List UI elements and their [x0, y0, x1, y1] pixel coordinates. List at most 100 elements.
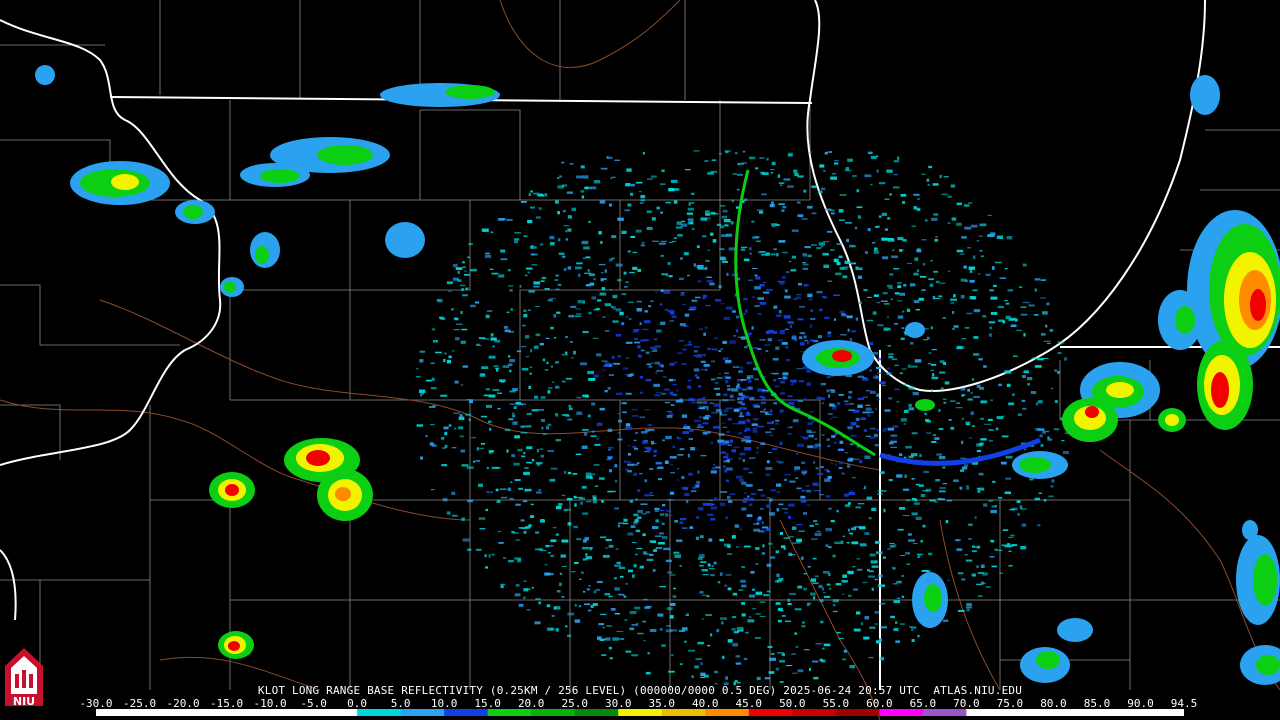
- echo-pixel: [640, 199, 645, 202]
- echo-pixel: [843, 266, 850, 268]
- echo-pixel: [1011, 393, 1015, 396]
- echo-pixel: [714, 337, 718, 340]
- echo-pixel: [461, 288, 464, 291]
- echo-pixel: [481, 366, 489, 369]
- echo-pixel: [637, 510, 643, 513]
- echo-pixel: [890, 440, 897, 443]
- echo-pixel: [453, 329, 460, 331]
- echo-pixel: [558, 252, 565, 255]
- echo-pixel: [541, 426, 544, 430]
- echo-pixel: [831, 435, 836, 438]
- echo-pixel: [509, 403, 515, 405]
- echo-pixel: [730, 221, 734, 225]
- echo-pixel: [691, 299, 698, 302]
- echo-pixel: [905, 499, 911, 502]
- echo-pixel: [798, 380, 805, 383]
- echo-pixel: [755, 563, 759, 565]
- echo-pixel: [903, 409, 909, 413]
- echo-pixel: [544, 193, 548, 197]
- echo-pixel: [622, 411, 627, 414]
- echo-pixel: [739, 400, 744, 402]
- echo-pixel: [617, 413, 620, 415]
- echo-pixel: [1057, 352, 1062, 354]
- echo-pixel: [540, 454, 544, 458]
- echo-pixel: [666, 499, 674, 501]
- echo-pixel: [842, 574, 847, 578]
- echo-pixel: [945, 520, 949, 524]
- echo-pixel: [646, 210, 652, 213]
- echo-pixel: [775, 253, 779, 257]
- echo-pixel: [899, 372, 903, 374]
- echo-pixel: [520, 527, 528, 529]
- echo-pixel: [855, 266, 859, 268]
- colorbar-segment: [1096, 709, 1141, 716]
- echo-pixel: [826, 376, 831, 378]
- echo-pixel: [644, 479, 648, 483]
- echo-pixel: [741, 613, 746, 617]
- echo-pixel: [661, 273, 669, 276]
- echo-pixel: [812, 461, 816, 464]
- echo-pixel: [776, 579, 779, 583]
- echo-pixel: [567, 228, 572, 232]
- echo-pixel: [815, 467, 819, 470]
- echo-pixel: [902, 515, 910, 517]
- echo-pixel: [643, 450, 651, 453]
- echo-pixel: [656, 369, 664, 372]
- echo-pixel: [916, 269, 920, 272]
- echo-pixel: [877, 398, 881, 401]
- echo-pixel: [801, 489, 805, 492]
- echo-pixel: [582, 300, 585, 304]
- storm-cell-layer: [445, 85, 495, 99]
- echo-pixel: [957, 539, 961, 542]
- echo-pixel: [642, 533, 646, 537]
- echo-pixel: [707, 431, 711, 434]
- echo-pixel: [979, 442, 984, 446]
- echo-pixel: [725, 380, 729, 384]
- echo-pixel: [959, 469, 965, 472]
- echo-pixel: [797, 443, 804, 447]
- echo-pixel: [622, 367, 629, 370]
- echo-pixel: [509, 359, 515, 363]
- colorbar-labels: -30.0 -25.0 -20.0 -15.0 -10.0 -5.0 0.0 5.0 10.0 1…: [79, 697, 1197, 710]
- echo-pixel: [441, 437, 445, 440]
- echo-pixel: [792, 526, 797, 530]
- echo-pixel: [555, 288, 560, 291]
- echo-pixel: [747, 420, 751, 423]
- echo-pixel: [542, 358, 546, 362]
- echo-pixel: [660, 392, 667, 395]
- storm-cell-layer: [1256, 655, 1280, 675]
- echo-pixel: [711, 565, 714, 567]
- echo-pixel: [733, 335, 736, 337]
- echo-pixel: [856, 189, 860, 193]
- echo-pixel: [525, 425, 532, 428]
- echo-pixel: [557, 177, 560, 179]
- echo-pixel: [657, 613, 664, 617]
- echo-pixel: [641, 242, 645, 244]
- echo-pixel: [764, 344, 771, 346]
- echo-pixel: [634, 606, 641, 610]
- echo-pixel: [766, 590, 771, 593]
- echo-pixel: [877, 358, 882, 361]
- echo-pixel: [896, 597, 901, 599]
- echo-pixel: [601, 272, 604, 274]
- echo-pixel: [886, 372, 892, 375]
- echo-pixel: [874, 623, 878, 625]
- echo-pixel: [831, 212, 836, 215]
- echo-pixel: [747, 279, 753, 281]
- echo-pixel: [897, 156, 900, 160]
- echo-pixel: [772, 447, 778, 451]
- echo-pixel: [561, 184, 568, 187]
- echo-pixel: [855, 267, 863, 271]
- echo-pixel: [496, 368, 499, 372]
- echo-pixel: [624, 286, 628, 288]
- echo-pixel: [836, 262, 841, 266]
- echo-pixel: [467, 548, 472, 551]
- echo-pixel: [546, 627, 554, 631]
- echo-pixel: [588, 378, 596, 381]
- echo-pixel: [1004, 370, 1012, 374]
- echo-pixel: [826, 230, 833, 233]
- echo-pixel: [479, 528, 486, 530]
- echo-pixel: [509, 497, 514, 500]
- echo-pixel: [847, 570, 854, 575]
- echo-pixel: [508, 285, 514, 287]
